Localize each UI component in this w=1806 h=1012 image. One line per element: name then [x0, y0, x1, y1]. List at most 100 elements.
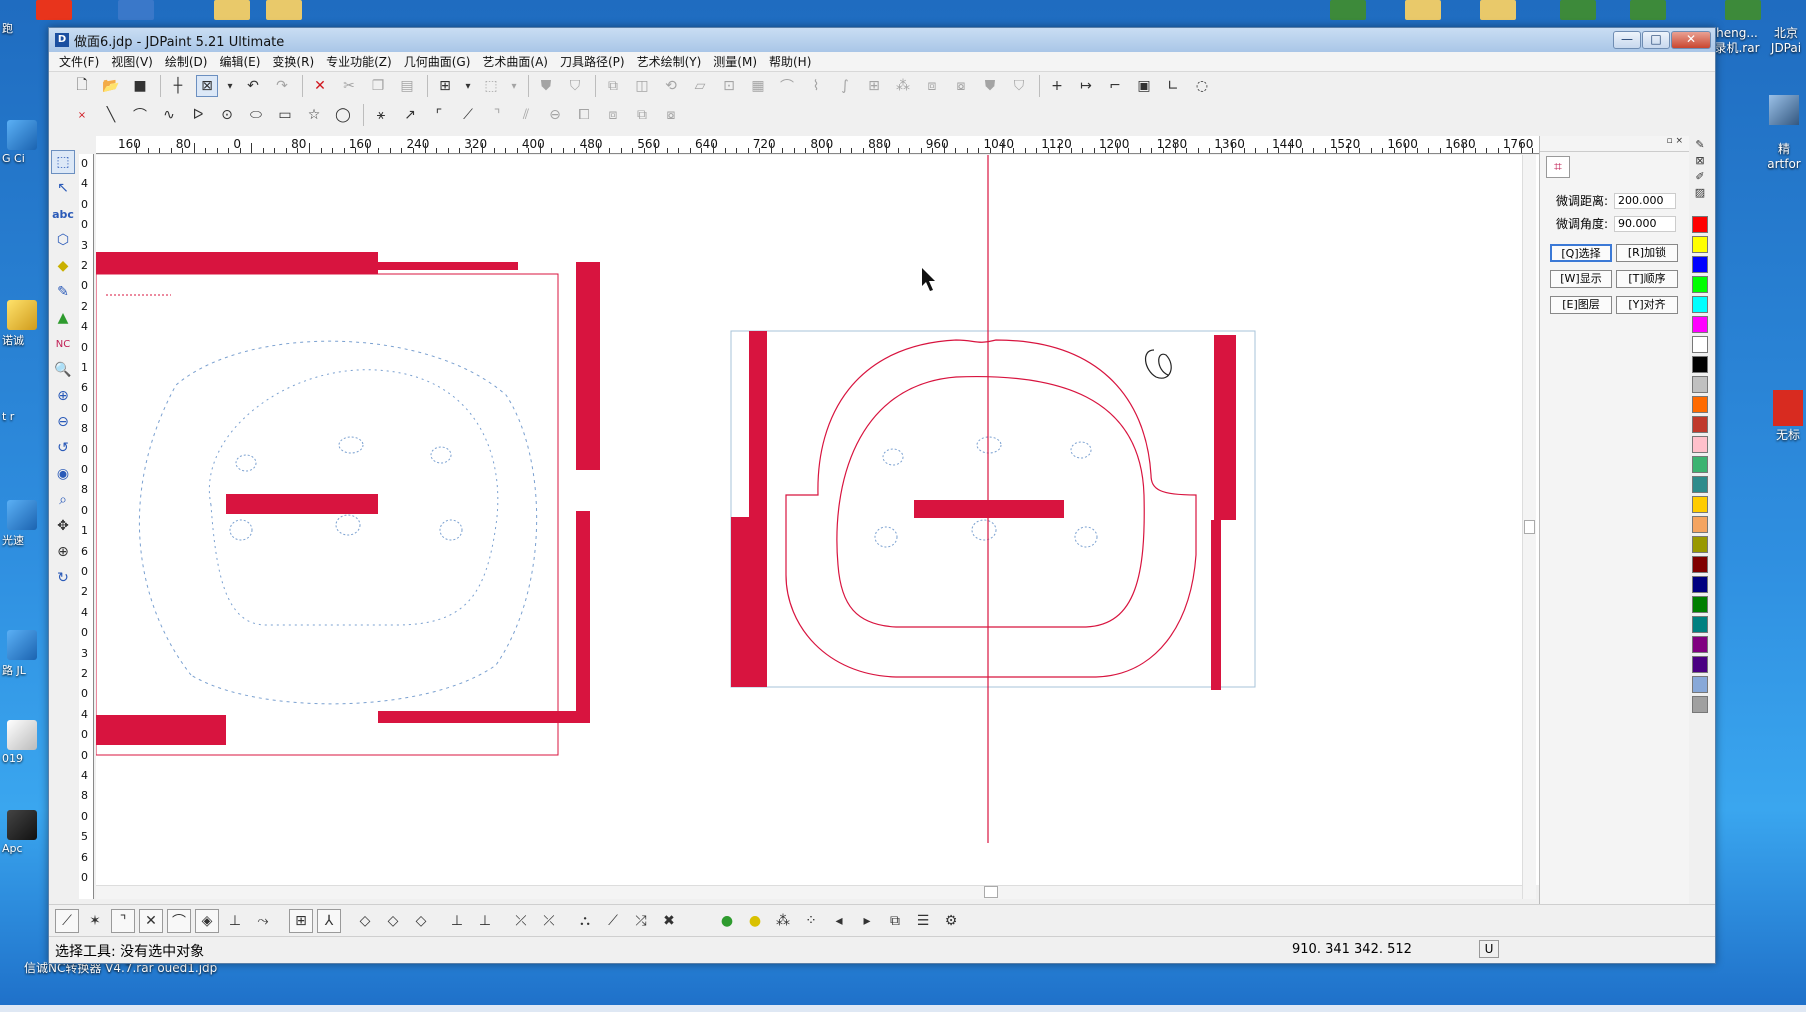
array-icon[interactable]: ▦ [747, 75, 769, 97]
left-drawing-group[interactable] [96, 252, 600, 756]
pen-icon[interactable]: ✎ [1692, 138, 1708, 152]
fine-angle-input[interactable]: 90.000 [1614, 215, 1677, 232]
dotted-hole[interactable] [338, 436, 364, 454]
zoom-prev-icon[interactable]: ↺ [51, 436, 75, 460]
display-button[interactable]: [W]显示 [1550, 270, 1612, 288]
red-bar-right-upper[interactable] [576, 262, 600, 470]
color-swatch[interactable] [1692, 616, 1708, 633]
right-drawing-group[interactable] [730, 330, 1256, 690]
no-color-icon[interactable]: ⊠ [1692, 154, 1708, 168]
canvas-svg[interactable] [96, 155, 1570, 885]
dropdown-arrow-icon[interactable]: ▾ [509, 75, 519, 97]
line-icon[interactable]: ╲ [100, 104, 122, 126]
yellow-bulb-icon[interactable]: ● [743, 909, 767, 933]
desktop-right-item-1[interactable]: heng... 录机.rar [1712, 26, 1762, 56]
eraser-tool-icon[interactable]: ✎ [51, 280, 75, 304]
fine-distance-input[interactable]: 200.000 [1614, 192, 1677, 209]
scroll-thumb[interactable] [984, 886, 998, 898]
zoom-all-icon[interactable]: ⌕ [51, 488, 75, 512]
drawing-canvas[interactable] [96, 155, 1570, 885]
red-bar-top[interactable] [96, 252, 378, 274]
dotted-hole[interactable] [1070, 441, 1092, 459]
color-swatch[interactable] [1692, 576, 1708, 593]
skew-icon[interactable]: ▱ [689, 75, 711, 97]
maximize-button[interactable]: □ [1642, 31, 1670, 49]
node-tool-icon[interactable]: ↖ [51, 176, 75, 200]
red-bar-bottom-left[interactable] [96, 715, 226, 745]
menu-edit[interactable]: 编辑(E) [219, 53, 260, 70]
dotted-hole[interactable] [430, 446, 452, 464]
color-swatch[interactable] [1692, 236, 1708, 253]
color-swatch[interactable] [1692, 676, 1708, 693]
desktop-archive-icon[interactable] [1725, 0, 1761, 20]
desktop-left-icon-6[interactable]: 路 JL [2, 630, 42, 678]
align-button[interactable]: [Y]对齐 [1616, 296, 1678, 314]
zoom-realtime-icon[interactable]: ⊕ [51, 540, 75, 564]
zoom-out-icon[interactable]: ⊖ [51, 410, 75, 434]
cut-icon[interactable]: ✂ [338, 75, 360, 97]
color-swatch[interactable] [1692, 596, 1708, 613]
dotted-hole[interactable] [235, 454, 257, 472]
snap-angle-icon[interactable]: ⅄ [317, 908, 341, 933]
color-swatch[interactable] [1692, 536, 1708, 553]
red-bar-left-lower[interactable] [731, 517, 767, 687]
arc-icon[interactable]: ⌒ [129, 104, 151, 126]
star-icon[interactable]: ☆ [303, 104, 325, 126]
desktop-archive-icon[interactable] [1560, 0, 1596, 20]
unit-indicator[interactable]: U [1479, 940, 1499, 958]
bulb-multi-icon[interactable]: ⁘ [799, 909, 823, 933]
snap-arc-icon[interactable]: ⌒ [167, 908, 191, 933]
color-swatch[interactable] [1692, 316, 1708, 333]
color-swatch[interactable] [1692, 476, 1708, 493]
delete-icon[interactable]: ✕ [309, 75, 331, 97]
color-swatch[interactable] [1692, 376, 1708, 393]
break-icon[interactable]: ⫽ [515, 104, 537, 126]
desktop-app-icon[interactable] [36, 0, 72, 20]
delete-icon[interactable]: ✖ [657, 909, 681, 933]
desktop-archive-icon[interactable] [1630, 0, 1666, 20]
desktop-folder-icon[interactable] [1405, 0, 1441, 20]
desktop-folder-icon[interactable] [1480, 0, 1516, 20]
frame-icon[interactable]: ▣ [1133, 75, 1155, 97]
color-swatch[interactable] [1692, 556, 1708, 573]
menu-draw[interactable]: 绘制(D) [165, 53, 208, 70]
redo-icon[interactable]: ↷ [271, 75, 293, 97]
snap-diamond-icon[interactable]: ◇ [381, 909, 405, 933]
chamfer-icon[interactable]: ⟋ [457, 104, 479, 126]
copy-icon[interactable]: ❐ [367, 75, 389, 97]
red-bar-right-lower[interactable] [576, 511, 590, 719]
snap-floor-icon[interactable]: ⊥ [445, 909, 469, 933]
shield-icon[interactable]: ⛊ [535, 75, 557, 97]
dotted-hole[interactable] [439, 519, 463, 541]
point-icon[interactable]: × [71, 104, 93, 126]
desktop-right-item-2[interactable]: 北京 JDPai [1766, 26, 1806, 56]
color-swatch[interactable] [1692, 416, 1708, 433]
dropdown-arrow-icon[interactable]: ▾ [225, 75, 235, 97]
list-icon[interactable]: ☰ [911, 909, 935, 933]
measure-distance-icon[interactable]: ↦ [1075, 75, 1097, 97]
node-edit-icon[interactable]: ⧈ [602, 104, 624, 126]
eyedropper-icon[interactable]: ✐ [1692, 170, 1708, 184]
fill-tool-icon[interactable]: ◆ [51, 254, 75, 278]
desktop-right-item-3[interactable]: 精 artfor [1762, 80, 1806, 172]
plus-icon[interactable]: + [1046, 75, 1068, 97]
polygon-icon[interactable]: ◯ [332, 104, 354, 126]
color-swatch[interactable] [1692, 656, 1708, 673]
diamond-right-icon[interactable]: ▸ [855, 909, 879, 933]
desktop-left-icon-1[interactable]: 跑 [2, 20, 42, 36]
menu-toolpath[interactable]: 刀具路径(P) [560, 53, 625, 70]
desktop-left-icon-2[interactable]: G Ci [2, 120, 42, 165]
title-bar[interactable]: D 做面6.jdp - JDPaint 5.21 Ultimate — □ ✕ [49, 28, 1715, 52]
group-icon[interactable]: ⧈ [921, 75, 943, 97]
slot-icon[interactable]: ⊖ [544, 104, 566, 126]
open-icon[interactable]: 📂 [100, 75, 122, 97]
select-tool-icon[interactable]: ⬚ [51, 150, 75, 174]
snap-floor-icon[interactable]: ⊥ [473, 909, 497, 933]
close-button[interactable]: ✕ [1671, 31, 1711, 49]
menu-transform[interactable]: 变换(R) [272, 53, 314, 70]
undo-icon[interactable]: ↶ [242, 75, 264, 97]
color-swatch[interactable] [1692, 436, 1708, 453]
diamond-left-icon[interactable]: ◂ [827, 909, 851, 933]
red-frame[interactable] [96, 273, 559, 756]
color-swatch[interactable] [1692, 276, 1708, 293]
